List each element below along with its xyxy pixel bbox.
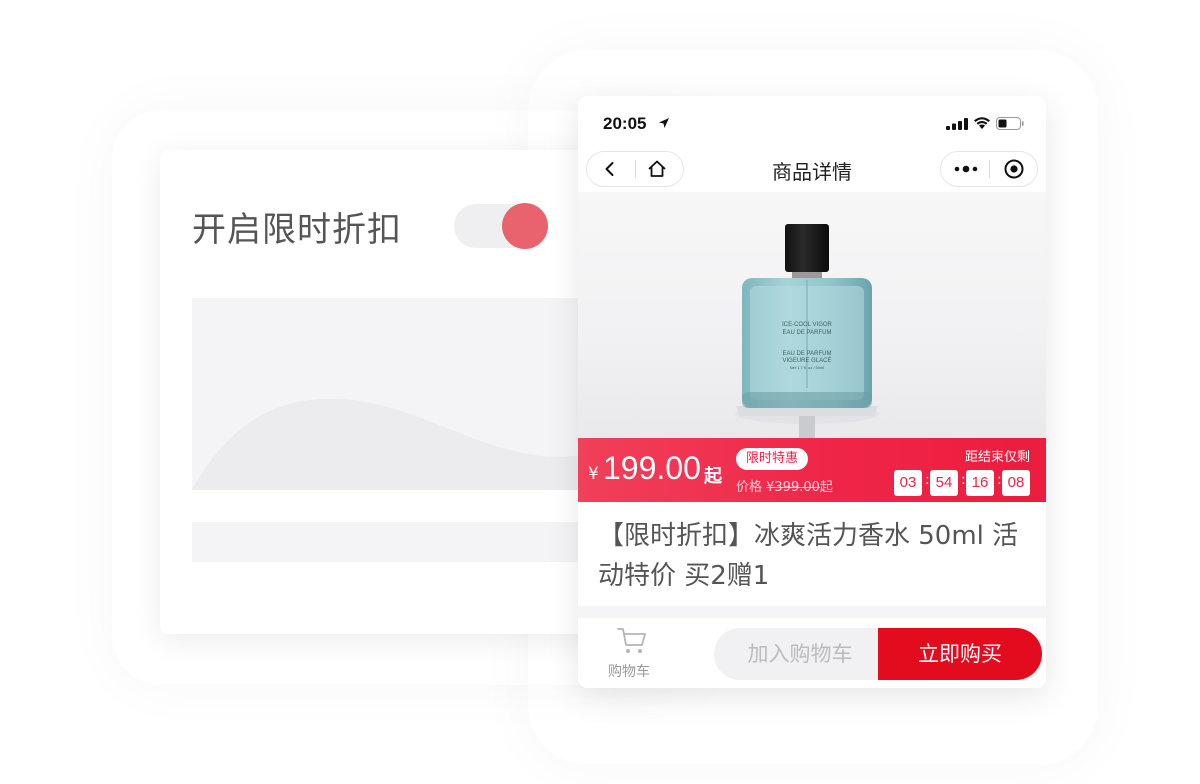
discount-toggle-label: 开启限时折扣 (192, 210, 402, 250)
countdown-hours: 54 (930, 470, 958, 496)
bottle-label-text: EAU DE PARFUM (783, 330, 832, 336)
buy-now-button[interactable]: 立即购买 (878, 628, 1042, 680)
countdown-seconds: 08 (1002, 470, 1030, 496)
product-image: ICE-COOL VIGOR EAU DE PARFUM EAU DE PARF… (578, 192, 1046, 438)
sale-price: 199.00 (603, 450, 701, 486)
battery-icon (996, 117, 1024, 130)
cart-icon[interactable] (616, 626, 648, 656)
flash-sale-tag: 限时特惠 (736, 448, 809, 470)
phone-screen: 20:05 商品详情 ICE-COOL VIGOR EAU DE PARFUM … (578, 96, 1046, 688)
more-dots-icon[interactable] (954, 163, 978, 175)
wifi-icon (974, 117, 990, 129)
original-price: 价格 ¥399.00起 (736, 476, 833, 495)
countdown-separator: : (997, 472, 1002, 488)
bottle-label-text: Net 1.7 fl. oz / 50ml (790, 365, 825, 370)
price-suffix: 起 (704, 466, 722, 487)
nav-capsule-right (940, 151, 1038, 187)
text-placeholder (192, 522, 612, 562)
location-arrow-icon (659, 118, 669, 128)
bottom-action-bar: 购物车 加入购物车 立即购买 (578, 618, 1046, 688)
section-divider (578, 606, 1046, 618)
settings-card: 开启限时折扣 (160, 150, 640, 634)
capsule-divider (989, 160, 990, 178)
image-placeholder (192, 298, 612, 490)
flash-sale-bar: ¥ 199.00 起 限时特惠 价格 ¥399.00起 距结束仅剩 03 : 5… (578, 438, 1046, 502)
countdown-label: 距结束仅剩 (964, 450, 1030, 465)
original-price-suffix: 起 (819, 480, 833, 495)
countdown-days: 03 (894, 470, 922, 496)
currency-symbol: ¥ (588, 464, 599, 484)
bottle-label-text: EAU DE PARFUM (783, 351, 832, 357)
close-miniprogram-icon[interactable] (1003, 158, 1025, 180)
add-to-cart-button[interactable]: 加入购物车 (714, 628, 886, 680)
status-time: 20:05 (603, 114, 647, 133)
countdown-separator: : (925, 472, 930, 488)
cart-label[interactable]: 购物车 (608, 661, 650, 681)
status-bar: 20:05 (578, 96, 1046, 148)
original-price-value: ¥399.00 (766, 480, 820, 495)
discount-toggle[interactable] (454, 203, 548, 249)
nav-bar: 商品详情 (578, 148, 1046, 192)
bottle-label-text: VIGEURE GLACÉ (782, 357, 831, 364)
toggle-knob (502, 203, 548, 249)
countdown-minutes: 16 (966, 470, 994, 496)
countdown-separator: : (961, 472, 966, 488)
bottle-label-text: ICE-COOL VIGOR (782, 322, 832, 328)
original-price-label: 价格 (736, 480, 763, 495)
product-title: 【限时折扣】冰爽活力香水 50ml 活动特价 买2赠1 (598, 521, 1019, 591)
cell-signal-icon (946, 118, 968, 130)
